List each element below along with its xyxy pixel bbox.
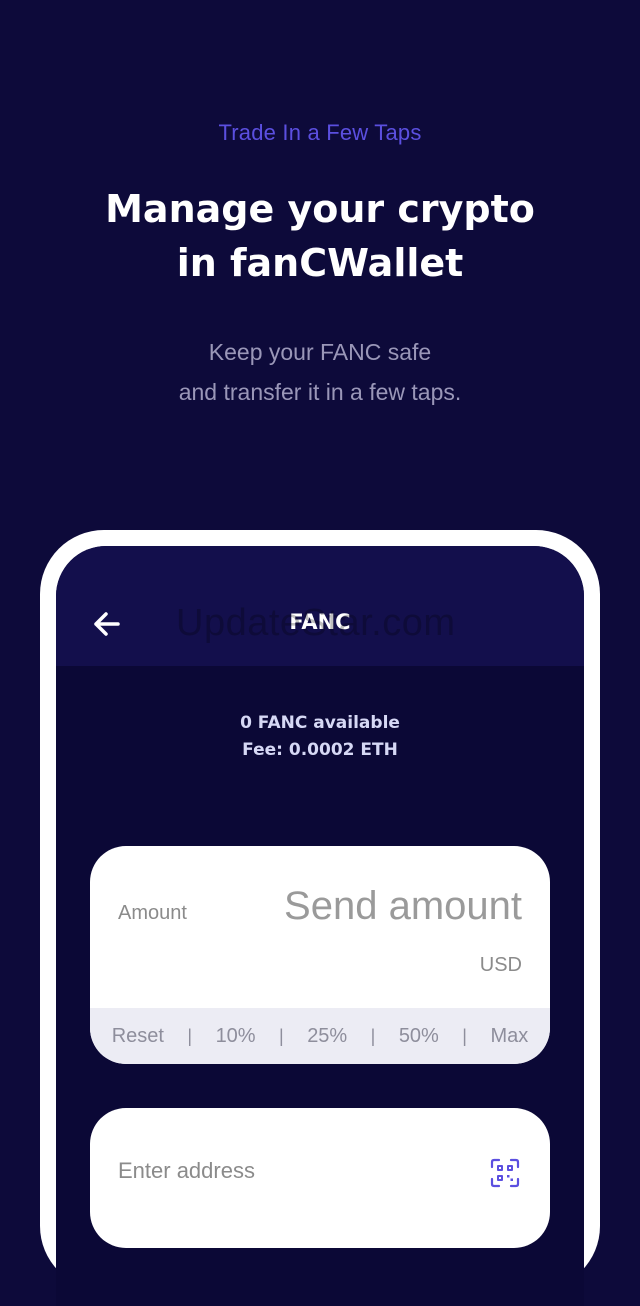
preset-reset-button[interactable]: Reset — [112, 1025, 164, 1048]
send-amount-input[interactable] — [222, 884, 522, 929]
eyebrow-text: Trade In a Few Taps — [218, 120, 422, 145]
amount-presets-bar: Reset | 10% | 25% | 50% | Max — [90, 1008, 550, 1064]
preset-50-button[interactable]: 50% — [399, 1025, 439, 1048]
headline-line-2: in fanCWallet — [176, 241, 464, 285]
preset-divider: | — [279, 1025, 284, 1046]
app-title: FANC — [289, 610, 351, 634]
subline-line-1: Keep your FANC safe — [208, 339, 432, 365]
subline: Keep your FANC safe and transfer it in a… — [0, 332, 640, 412]
address-input[interactable] — [118, 1158, 458, 1184]
preset-25-button[interactable]: 25% — [307, 1025, 347, 1048]
preset-divider: | — [187, 1025, 193, 1046]
qr-scan-button[interactable] — [490, 1158, 520, 1188]
amount-card: Amount USD Reset | 10% | 25% | 50% | Max — [90, 846, 550, 1064]
preset-divider: | — [370, 1025, 376, 1046]
available-balance: 0 FANC available — [240, 713, 400, 733]
network-fee: Fee: 0.0002 ETH — [242, 740, 398, 760]
preset-max-button[interactable]: Max — [490, 1025, 528, 1048]
qr-scan-icon — [490, 1158, 520, 1188]
headline: Manage your crypto in fanCWallet — [0, 182, 640, 290]
phone-mockup: FANC UpdateStar.com 0 FANC available Fee… — [40, 530, 600, 1306]
currency-label: USD — [479, 954, 522, 976]
headline-line-1: Manage your crypto — [105, 187, 535, 231]
balance-info: 0 FANC available Fee: 0.0002 ETH — [56, 710, 584, 764]
address-card — [90, 1108, 550, 1248]
preset-divider: | — [462, 1025, 467, 1046]
phone-screen: FANC UpdateStar.com 0 FANC available Fee… — [56, 546, 584, 1306]
app-header: FANC UpdateStar.com — [56, 546, 584, 666]
amount-label: Amount — [118, 902, 187, 924]
subline-line-2: and transfer it in a few taps. — [178, 379, 462, 405]
preset-10-button[interactable]: 10% — [216, 1025, 256, 1048]
